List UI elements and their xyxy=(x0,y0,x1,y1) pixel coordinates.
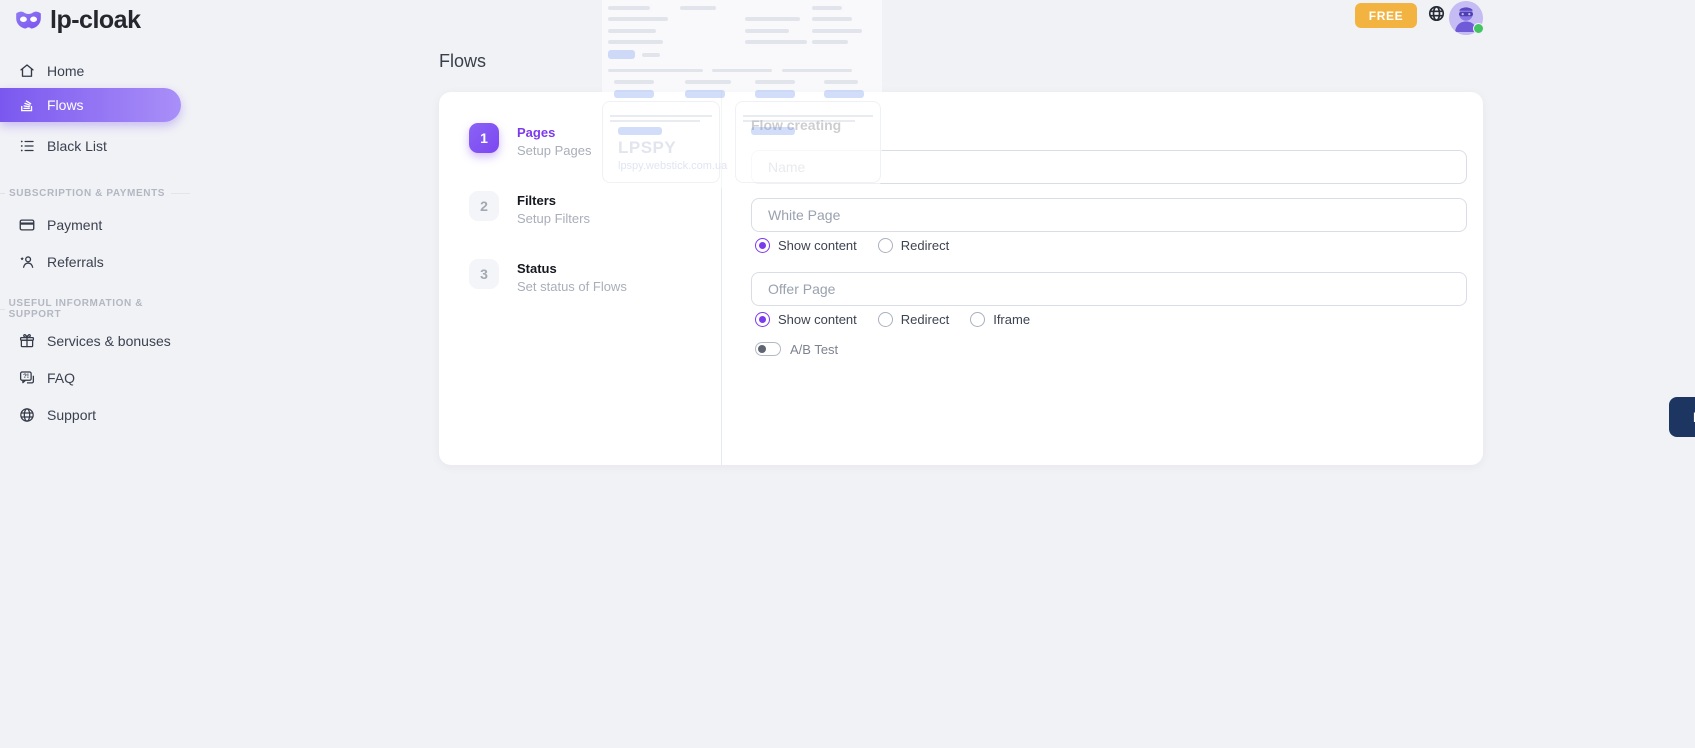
sidebar-item-label: Referrals xyxy=(47,254,104,270)
sidebar: lp-cloak Home Flows xyxy=(0,0,200,748)
faq-bubble-icon: ?! xyxy=(18,369,36,387)
flows-stack-icon xyxy=(18,96,36,114)
home-icon xyxy=(18,62,36,80)
radio-unselected-icon xyxy=(878,312,893,327)
step-title: Filters xyxy=(517,191,590,208)
svg-text:?!: ?! xyxy=(23,373,29,380)
page-title: Flows xyxy=(439,51,486,72)
offer-page-show-content-option[interactable]: Show content xyxy=(755,312,857,327)
radio-label: Redirect xyxy=(901,238,949,253)
next-step-button[interactable]: Next step xyxy=(1669,397,1695,437)
plan-badge[interactable]: FREE xyxy=(1355,3,1417,28)
radio-selected-icon xyxy=(755,312,770,327)
white-page-redirect-option[interactable]: Redirect xyxy=(878,238,949,253)
referral-user-icon xyxy=(18,253,36,271)
list-icon xyxy=(18,137,36,155)
step-filters[interactable]: 2 Filters Setup Filters xyxy=(469,191,627,226)
step-number-badge: 1 xyxy=(469,123,499,153)
sidebar-item-payment[interactable]: Payment xyxy=(18,213,102,237)
language-globe-icon[interactable] xyxy=(1427,4,1446,23)
sidebar-item-label: Services & bonuses xyxy=(47,333,171,349)
sidebar-item-services-bonuses[interactable]: Services & bonuses xyxy=(18,329,171,353)
logo[interactable]: lp-cloak xyxy=(15,6,140,35)
radio-selected-icon xyxy=(755,238,770,253)
sidebar-item-referrals[interactable]: Referrals xyxy=(18,250,104,274)
offer-page-mode-group: Show content Redirect Iframe xyxy=(755,311,1030,327)
radio-label: Show content xyxy=(778,312,857,327)
globe-icon xyxy=(18,406,36,424)
step-subtitle: Setup Filters xyxy=(517,211,590,226)
step-subtitle: Set status of Flows xyxy=(517,279,627,294)
form-title: Flow creating xyxy=(751,117,841,133)
flow-creating-form: Flow creating Show content Redirect Show… xyxy=(751,92,1467,465)
step-pages[interactable]: 1 Pages Setup Pages xyxy=(469,123,627,158)
ab-test-toggle[interactable] xyxy=(755,342,781,356)
section-label: SUBSCRIPTION & PAYMENTS xyxy=(9,188,165,199)
wizard-stepper: 1 Pages Setup Pages 2 Filters Setup Filt… xyxy=(469,123,627,327)
sidebar-item-support[interactable]: Support xyxy=(18,403,96,427)
sidebar-item-flows[interactable]: Flows xyxy=(0,88,181,122)
vertical-divider xyxy=(721,92,722,465)
step-number-badge: 2 xyxy=(469,191,499,221)
online-status-dot xyxy=(1473,23,1484,34)
white-page-mode-group: Show content Redirect xyxy=(755,237,949,253)
section-useful-info-support: USEFUL INFORMATION & SUPPORT xyxy=(0,302,190,316)
step-title: Status xyxy=(517,259,627,276)
radio-label: Show content xyxy=(778,238,857,253)
offer-page-input[interactable] xyxy=(751,272,1467,306)
sidebar-item-label: Home xyxy=(47,63,84,79)
step-status[interactable]: 3 Status Set status of Flows xyxy=(469,259,627,294)
radio-unselected-icon xyxy=(970,312,985,327)
offer-page-redirect-option[interactable]: Redirect xyxy=(878,312,949,327)
white-page-show-content-option[interactable]: Show content xyxy=(755,238,857,253)
app-root: lp-cloak Home Flows xyxy=(0,0,1695,748)
white-page-input[interactable] xyxy=(751,198,1467,232)
section-subscription-payments: SUBSCRIPTION & PAYMENTS xyxy=(0,186,190,200)
sidebar-item-label: Payment xyxy=(47,217,102,233)
flow-name-input[interactable] xyxy=(751,150,1467,184)
radio-unselected-icon xyxy=(878,238,893,253)
sidebar-item-label: Flows xyxy=(47,97,84,113)
step-title: Pages xyxy=(517,123,591,140)
toggle-knob xyxy=(758,345,766,353)
sidebar-item-home[interactable]: Home xyxy=(18,59,84,83)
gift-icon xyxy=(18,332,36,350)
sidebar-item-label: Black List xyxy=(47,138,107,154)
section-label: USEFUL INFORMATION & SUPPORT xyxy=(9,298,184,320)
ab-test-toggle-row[interactable]: A/B Test xyxy=(755,341,838,357)
step-number-badge: 3 xyxy=(469,259,499,289)
sidebar-item-black-list[interactable]: Black List xyxy=(18,134,107,158)
radio-label: Iframe xyxy=(993,312,1030,327)
radio-label: Redirect xyxy=(901,312,949,327)
step-subtitle: Setup Pages xyxy=(517,143,591,158)
app-title: lp-cloak xyxy=(50,6,140,35)
offer-page-iframe-option[interactable]: Iframe xyxy=(970,312,1030,327)
flow-wizard-card: 1 Pages Setup Pages 2 Filters Setup Filt… xyxy=(439,92,1483,465)
sidebar-item-label: FAQ xyxy=(47,370,75,386)
credit-card-icon xyxy=(18,216,36,234)
sidebar-item-label: Support xyxy=(47,407,96,423)
mask-logo-icon xyxy=(15,10,42,32)
ab-test-label: A/B Test xyxy=(790,342,838,357)
sidebar-item-faq[interactable]: ?! FAQ xyxy=(18,366,75,390)
